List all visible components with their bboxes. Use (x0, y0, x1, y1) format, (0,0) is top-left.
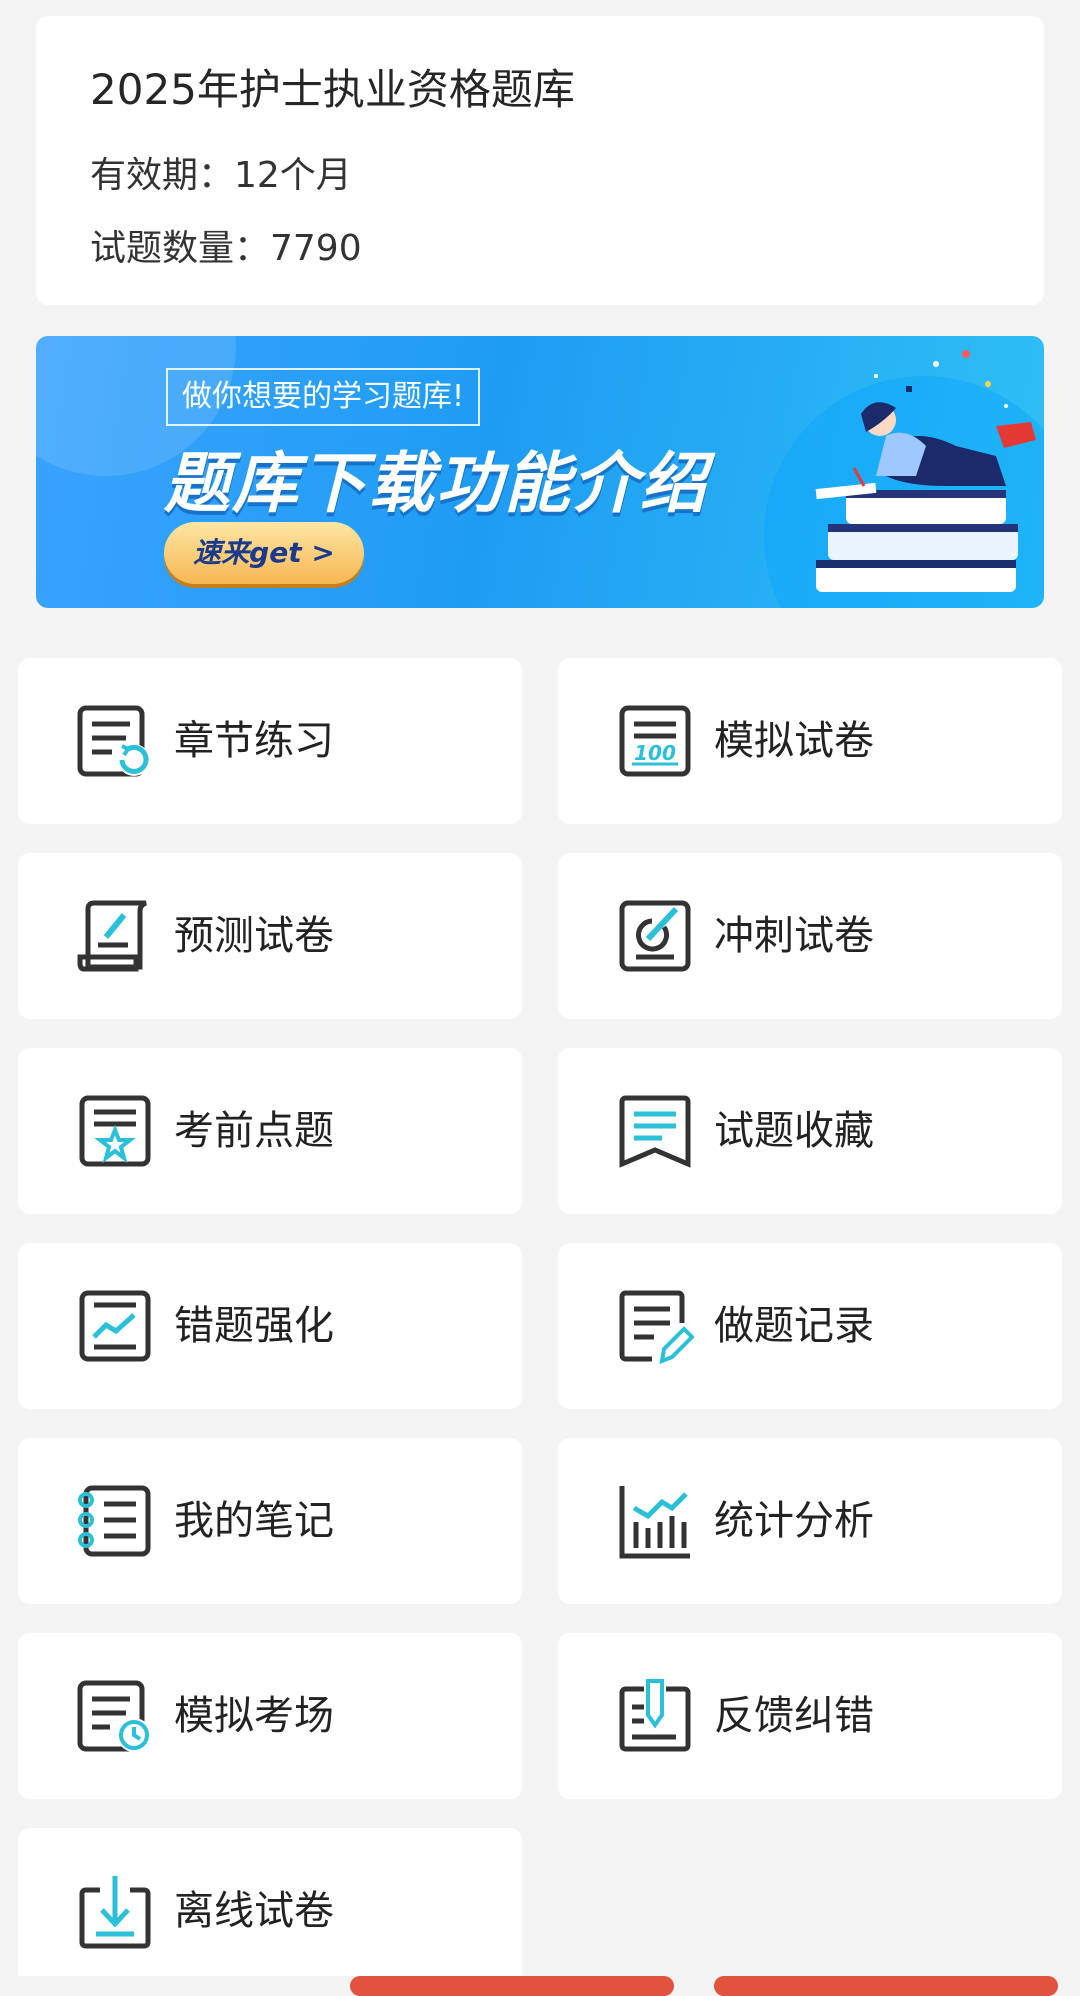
tile-label: 错题强化 (174, 1303, 334, 1349)
tile-label: 章节练习 (174, 718, 334, 764)
feedback-icon (619, 1679, 691, 1752)
wrong-questions-icon (79, 1290, 151, 1362)
mock-paper-icon: 100 (619, 705, 691, 777)
banner-subtitle: 做你想要的学习题库! (166, 368, 481, 426)
tile-label: 反馈纠错 (714, 1693, 874, 1739)
favorites-icon (619, 1095, 691, 1168)
mock-exam-room-icon (77, 1680, 151, 1752)
tile-label: 做题记录 (714, 1303, 874, 1349)
feature-banner[interactable]: 做你想要的学习题库! 题库下载功能介绍 速来get > (36, 336, 1044, 608)
tile-notes[interactable]: 我的笔记 (18, 1438, 522, 1604)
tile-label: 离线试卷 (174, 1888, 334, 1934)
tile-label: 冲刺试卷 (714, 913, 874, 959)
tile-label: 模拟试卷 (714, 718, 874, 764)
banner-title: 题库下载功能介绍 (164, 445, 708, 522)
reading-girl-illustration (815, 350, 1036, 592)
tile-prediction-paper[interactable]: 预测试卷 (18, 853, 522, 1019)
tile-label: 统计分析 (714, 1498, 874, 1544)
tile-chapter-practice[interactable]: 章节练习 (18, 658, 522, 824)
bottom-action-button[interactable] (350, 1976, 674, 1996)
tile-label: 考前点题 (174, 1108, 334, 1154)
exam-tips-icon (79, 1095, 151, 1167)
tile-wrong-questions[interactable]: 错题强化 (18, 1243, 522, 1409)
tile-label: 预测试卷 (174, 913, 334, 959)
statistics-icon (619, 1486, 690, 1559)
notes-icon (78, 1485, 151, 1557)
tile-exam-tips[interactable]: 考前点题 (18, 1048, 522, 1214)
tile-label: 模拟考场 (174, 1693, 334, 1739)
tile-feedback[interactable]: 反馈纠错 (558, 1633, 1062, 1799)
chapter-practice-icon (77, 705, 150, 777)
prediction-paper-icon (77, 900, 147, 972)
tile-label: 试题收藏 (714, 1108, 874, 1154)
tile-sprint-paper[interactable]: 冲刺试卷 (558, 853, 1062, 1019)
offline-paper-icon (79, 1876, 151, 1949)
practice-record-icon (619, 1290, 694, 1365)
tile-practice-record[interactable]: 做题记录 (558, 1243, 1062, 1409)
tile-statistics[interactable]: 统计分析 (558, 1438, 1062, 1604)
tile-offline-paper[interactable]: 离线试卷 (18, 1828, 522, 1976)
tile-label: 我的笔记 (174, 1498, 334, 1544)
validity-text: 有效期：12个月 (90, 155, 352, 196)
exam-title: 2025年护士执业资格题库 (90, 65, 575, 114)
tile-mock-exam-room[interactable]: 模拟考场 (18, 1633, 522, 1799)
tile-favorites[interactable]: 试题收藏 (558, 1048, 1062, 1214)
exam-info-card: 2025年护士执业资格题库 有效期：12个月 试题数量：7790 (36, 16, 1044, 305)
bottom-action-button[interactable] (714, 1976, 1058, 1996)
svg-text:100: 100 (634, 741, 676, 765)
sprint-paper-icon (619, 900, 691, 972)
question-count-text: 试题数量：7790 (90, 228, 362, 269)
banner-get-button[interactable]: 速来get > (164, 522, 364, 584)
tile-mock-paper[interactable]: 100 模拟试卷 (558, 658, 1062, 824)
